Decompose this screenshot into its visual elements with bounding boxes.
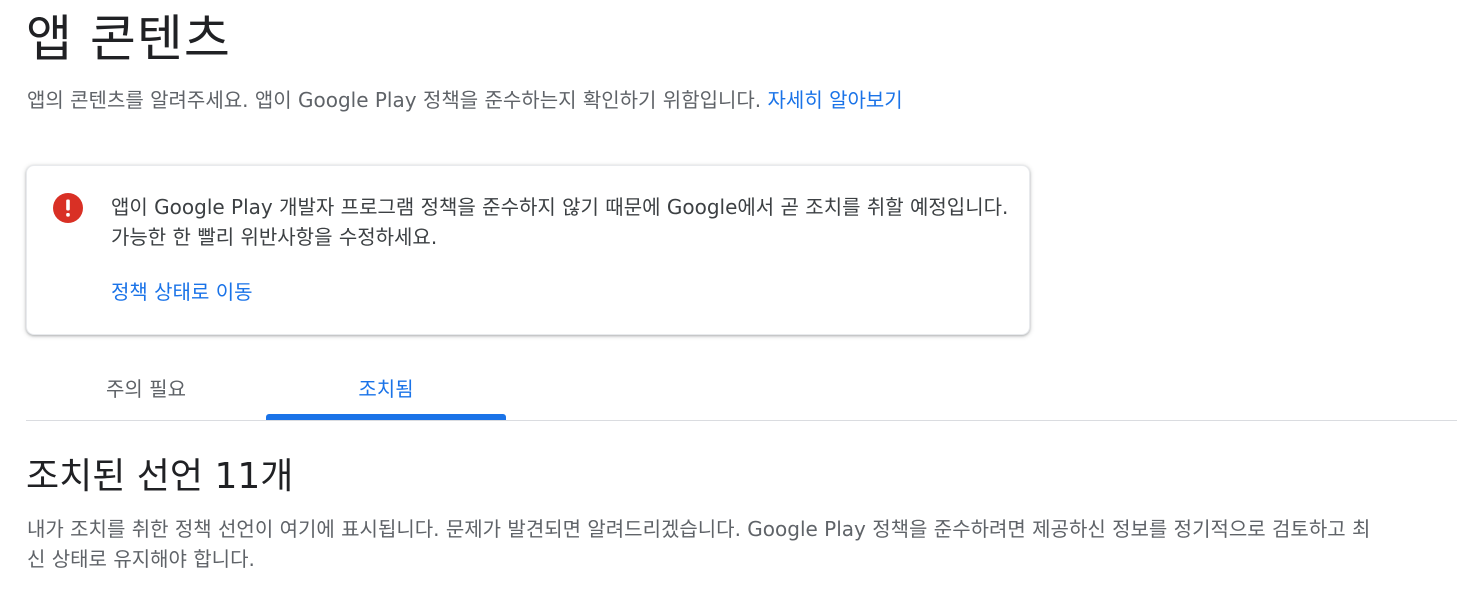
status-tabs: 주의 필요 조치됨	[26, 360, 1457, 421]
app-content-page: 앱 콘텐츠 앱의 콘텐츠를 알려주세요. 앱이 Google Play 정책을 …	[0, 0, 1457, 598]
alert-message: 앱이 Google Play 개발자 프로그램 정책을 준수하지 않기 때문에 …	[111, 195, 1009, 249]
tab-actioned[interactable]: 조치됨	[266, 360, 506, 420]
error-icon	[53, 193, 83, 223]
page-title: 앱 콘텐츠	[26, 10, 231, 68]
learn-more-link[interactable]: 자세히 알아보기	[768, 88, 903, 112]
policy-alert-card: 앱이 Google Play 개발자 프로그램 정책을 준수하지 않기 때문에 …	[26, 165, 1030, 335]
section-description: 내가 조치를 취한 정책 선언이 여기에 표시됩니다. 문제가 발견되면 알려드…	[27, 517, 1371, 571]
tab-needs-attention[interactable]: 주의 필요	[26, 360, 266, 420]
go-to-policy-status-link[interactable]: 정책 상태로 이동	[111, 278, 253, 306]
page-description: 앱의 콘텐츠를 알려주세요. 앱이 Google Play 정책을 준수하는지 …	[27, 86, 903, 114]
page-description-text: 앱의 콘텐츠를 알려주세요. 앱이 Google Play 정책을 준수하는지 …	[27, 88, 762, 112]
section-title: 조치된 선언 11개	[26, 456, 294, 497]
selected-tab-indicator	[266, 414, 506, 420]
